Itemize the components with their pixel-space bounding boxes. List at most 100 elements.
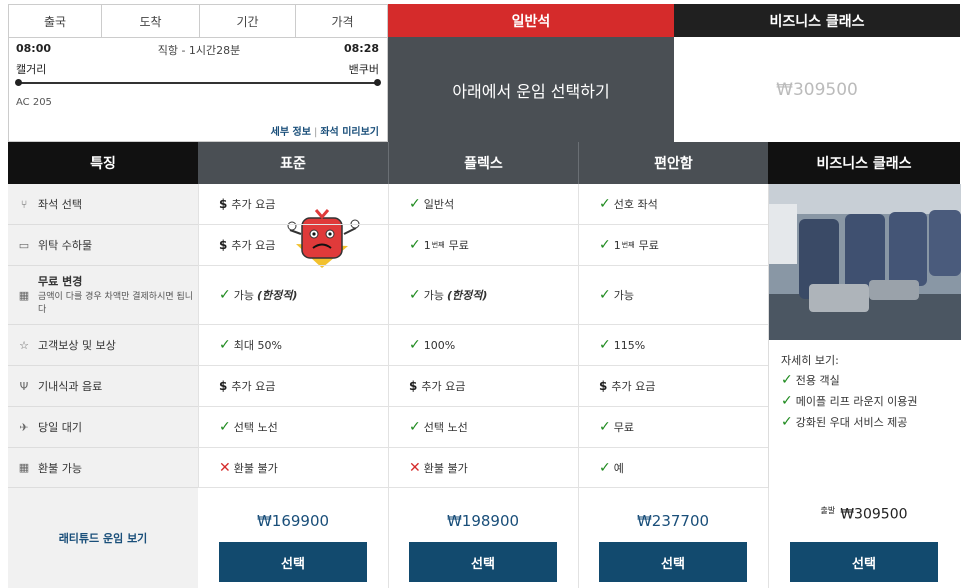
col-price[interactable]: 가격 — [296, 5, 389, 38]
cell-text: 예 — [613, 461, 624, 475]
divider — [768, 488, 769, 588]
select-latitude-button[interactable]: 선택 — [599, 542, 747, 582]
select-business-button[interactable]: 선택 — [790, 542, 938, 582]
economy-header: 일반석 — [388, 4, 674, 37]
feature-row-label: ⑂ 좌석 선택 — [8, 184, 198, 225]
check-icon: ✓ — [599, 196, 611, 212]
cell-latitude: ✓ 예 — [578, 448, 768, 488]
departure-city: 캘거리 — [16, 63, 47, 76]
cutlery-icon: Ψ — [19, 379, 29, 393]
divider — [388, 488, 389, 588]
calendar-icon: ▦ — [18, 288, 30, 302]
check-icon: ✓ — [599, 337, 611, 353]
feature-row-label: Ψ 기내식과 음료 — [8, 366, 198, 407]
cell-flex: ✓ 일반석 — [388, 184, 578, 225]
feature-label: 좌석 선택 — [38, 198, 82, 211]
th-business: 비즈니스 클래스 — [768, 142, 960, 184]
feature-label: 고객보상 및 보상 — [38, 339, 116, 352]
col-depart[interactable]: 출국 — [9, 5, 102, 38]
feature-label: 기내식과 음료 — [38, 380, 103, 393]
check-icon: ✓ — [599, 237, 611, 253]
from-label: 출발 — [820, 506, 836, 515]
ordinal-number: 1 — [423, 238, 431, 252]
arrival-city: 밴쿠버 — [348, 63, 379, 76]
cell-note: (한정적) — [446, 289, 488, 302]
check-icon: ✓ — [409, 419, 421, 435]
check-icon: ✓ — [219, 287, 231, 303]
seat-icon: ⑂ — [20, 197, 28, 211]
select-standard-button[interactable]: 선택 — [219, 542, 367, 582]
business-more-label[interactable]: 자세히 보기: — [781, 352, 839, 368]
standby-icon: ✈ — [19, 420, 29, 434]
dollar-icon: $ — [219, 238, 228, 252]
cross-icon: ✕ — [409, 459, 421, 476]
cell-text: 선호 좌석 — [613, 198, 658, 211]
ordinal-number: 1 — [613, 238, 621, 252]
col-duration[interactable]: 기간 — [200, 5, 296, 38]
cell-standard: $ 추가 요금 — [198, 225, 388, 266]
check-icon: ✓ — [219, 419, 231, 435]
flight-number: AC 205 — [16, 97, 52, 108]
check-icon: ✓ — [599, 459, 611, 476]
cell-standard: ✓ 최대 50% — [198, 325, 388, 366]
select-flex-button[interactable]: 선택 — [409, 542, 557, 582]
business-header: 비즈니스 클래스 — [674, 4, 960, 37]
th-flex: 플렉스 — [388, 142, 578, 184]
check-icon: ✓ — [409, 196, 421, 212]
feature-row-label: ▭ 위탁 수하물 — [8, 225, 198, 266]
feature-label: 무료 변경 — [38, 275, 83, 288]
details-link[interactable]: 세부 정보 — [271, 127, 311, 138]
business-top-price[interactable]: ₩309500 — [674, 37, 960, 142]
check-icon: ✓ — [781, 372, 793, 388]
origin-dot — [15, 79, 22, 86]
cell-text: 선택 노선 — [233, 421, 278, 434]
feature-row-label: ▦ 환불 가능 — [8, 448, 198, 488]
refund-icon: ▦ — [18, 461, 30, 474]
dollar-icon: $ — [219, 379, 228, 393]
col-arrive[interactable]: 도착 — [102, 5, 200, 38]
check-icon: ✓ — [781, 414, 793, 430]
cell-latitude: ✓ 115% — [578, 325, 768, 366]
select-fare-prompt: 아래에서 운임 선택하기 — [388, 37, 674, 142]
dollar-icon: $ — [409, 379, 418, 393]
th-feature: 특징 — [8, 142, 198, 184]
seat-preview-link[interactable]: 좌석 미리보기 — [320, 127, 379, 138]
dollar-icon: $ — [219, 197, 228, 211]
bag-icon: ▭ — [18, 238, 30, 252]
cell-text: 가능 — [233, 289, 254, 302]
standard-price: ₩169900 — [256, 512, 330, 530]
cell-text: 115% — [613, 338, 646, 352]
cell-text: 무료 — [638, 239, 659, 252]
feature-label: 당일 대기 — [38, 421, 82, 434]
cell-text: 환불 불가 — [233, 461, 278, 475]
cell-text: 추가 요금 — [231, 239, 276, 252]
cell-text: 선택 노선 — [423, 421, 468, 434]
cell-standard: ✓ 가능 (한정적) — [198, 266, 388, 325]
feature-row-label: ✈ 당일 대기 — [8, 407, 198, 448]
ordinal-suffix: 번째 — [431, 241, 445, 249]
business-price: 출발 ₩309500 — [820, 506, 908, 523]
star-icon: ☆ — [19, 338, 29, 352]
business-cabin-image — [769, 184, 961, 340]
cell-text: 추가 요금 — [231, 380, 276, 393]
feature-label: 위탁 수하물 — [38, 239, 93, 252]
th-standard: 표준 — [198, 142, 388, 184]
cell-text: 무료 — [613, 421, 634, 434]
cell-standard: ✓ 선택 노선 — [198, 407, 388, 448]
latitude-fare-link[interactable]: 래티튜드 운임 보기 — [8, 488, 198, 588]
cell-text: 최대 50% — [233, 339, 282, 352]
cell-standard: ✕ 환불 불가 — [198, 448, 388, 488]
cell-text: 추가 요금 — [611, 380, 656, 393]
check-icon: ✓ — [599, 419, 611, 435]
check-icon: ✓ — [781, 393, 793, 409]
cell-flex: $ 추가 요금 — [388, 366, 578, 407]
cell-latitude: $ 추가 요금 — [578, 366, 768, 407]
cell-text: 일반석 — [423, 198, 455, 211]
check-icon: ✓ — [219, 337, 231, 353]
cell-flex: ✕ 환불 불가 — [388, 448, 578, 488]
benefit-item: ✓ 전용 객실 — [781, 372, 840, 388]
cell-flex: ✓ 가능 (한정적) — [388, 266, 578, 325]
feature-row-label: ▦ 무료 변경 금액이 다를 경우 차액만 결제하시면 됩니다 — [8, 266, 198, 325]
check-icon: ✓ — [599, 287, 611, 303]
cell-text: 가능 — [423, 289, 444, 302]
